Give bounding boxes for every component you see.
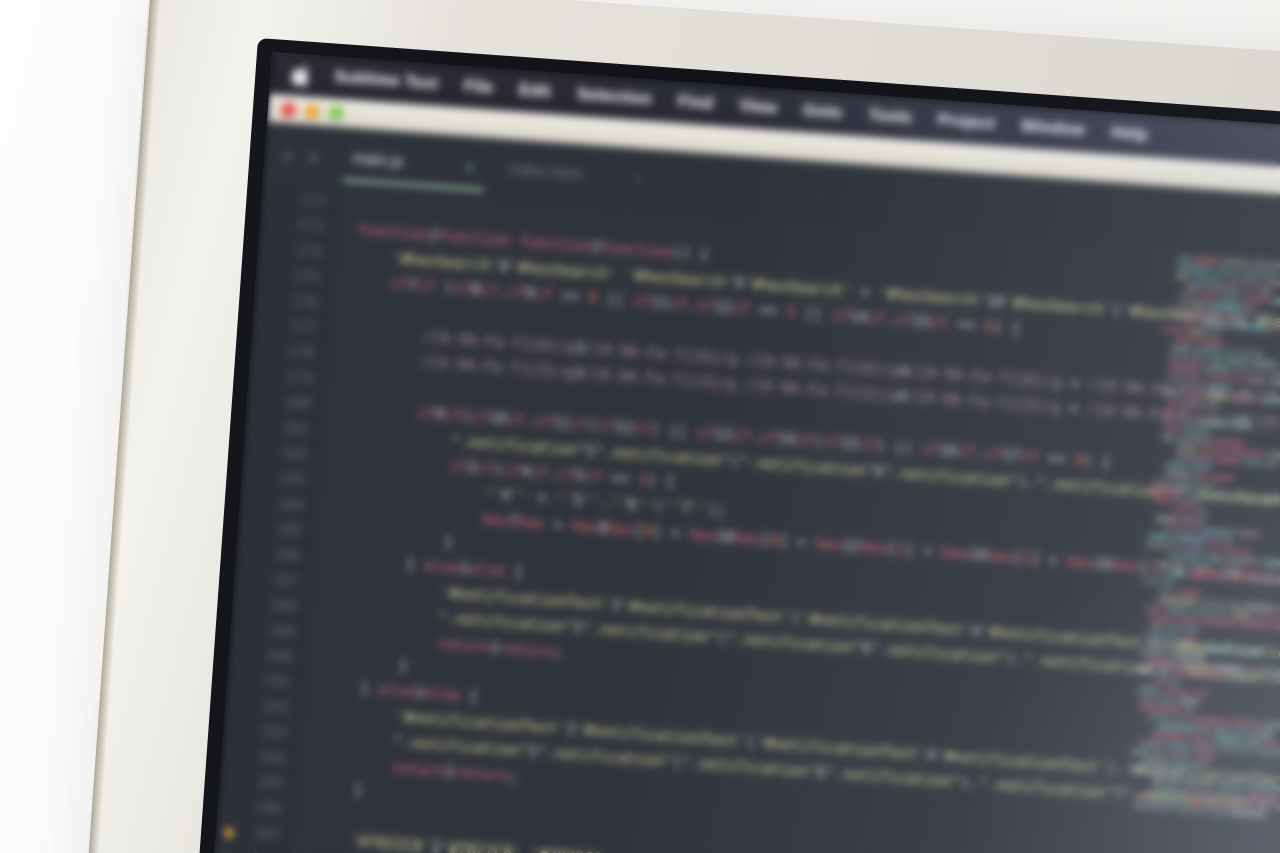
menu-item-sublime-text[interactable]: Sublime Text [334, 68, 439, 94]
close-icon[interactable]: × [464, 159, 474, 177]
menu-item-selection[interactable]: Selection [576, 85, 652, 109]
menu-item-window[interactable]: Window [1020, 117, 1085, 141]
menu-item-file[interactable]: File [463, 77, 493, 98]
apple-icon[interactable] [291, 63, 314, 86]
menu-item-view[interactable]: View [739, 97, 778, 119]
menu-item-project[interactable]: Project [937, 111, 995, 134]
close-icon[interactable]: × [634, 171, 644, 189]
menu-item-goto[interactable]: Goto [802, 101, 843, 123]
laptop-screen: Sublime Text File Edit Selection Find Vi… [209, 52, 1280, 853]
tab-label: main.js [351, 150, 404, 171]
menu-item-find[interactable]: Find [677, 92, 714, 113]
nav-back-icon[interactable]: ‹ [282, 140, 294, 170]
menu-item-edit[interactable]: Edit [518, 81, 551, 102]
nav-forward-icon[interactable]: › [308, 141, 320, 171]
menu-item-help[interactable]: Help [1110, 123, 1148, 145]
bookmark-icon[interactable] [224, 828, 234, 837]
close-button[interactable] [280, 101, 297, 118]
menu-item-tools[interactable]: Tools [868, 106, 913, 128]
code-editor[interactable]: 172 173 174 175 176 177 178 179 180 181 182 183 184 1… [209, 183, 1280, 853]
minimize-button[interactable] [304, 103, 321, 120]
zoom-button[interactable] [328, 104, 345, 121]
tab-main-js[interactable]: main.js × [332, 127, 493, 200]
tab-label: index.html [509, 161, 583, 184]
photo-scene: Sublime Text File Edit Selection Find Vi… [0, 0, 1280, 853]
